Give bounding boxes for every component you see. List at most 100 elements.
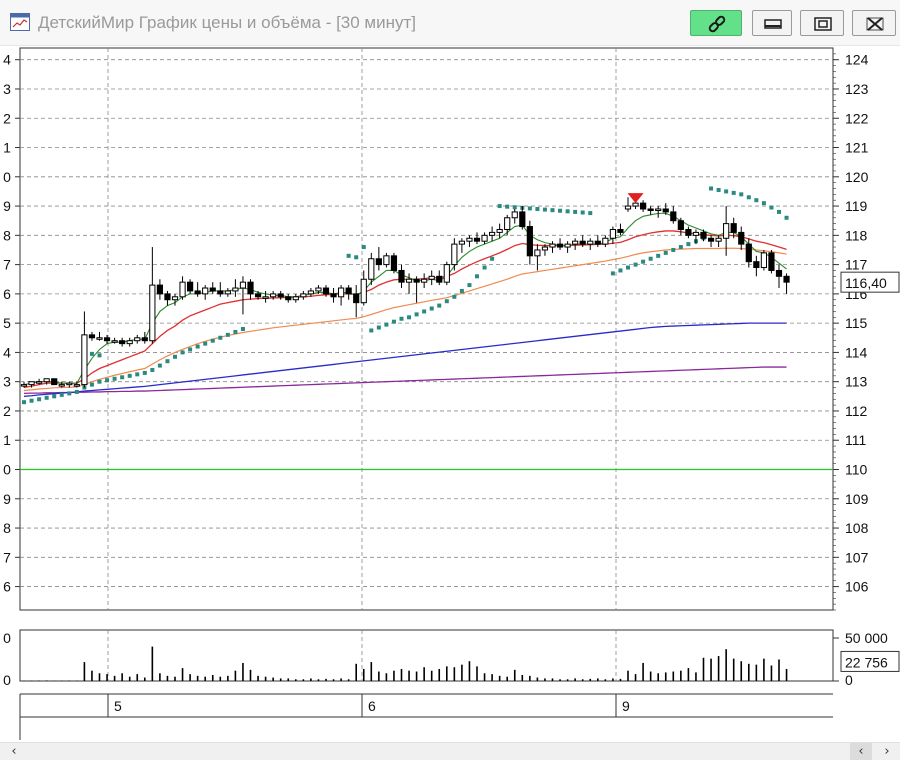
sar-point — [165, 359, 170, 364]
sar-point — [361, 245, 366, 250]
y-tick-label: 121 — [845, 140, 869, 156]
sar-point — [656, 253, 661, 258]
x-day-label: 9 — [622, 698, 630, 714]
sar-point — [475, 274, 479, 279]
candle-body — [768, 252, 775, 271]
candle-body — [647, 208, 654, 211]
candle-body — [632, 202, 639, 207]
candle-body — [579, 240, 586, 245]
candle-body — [738, 231, 745, 245]
sar-point — [437, 303, 442, 308]
candle-body — [723, 223, 730, 239]
candle-body — [239, 281, 247, 289]
candle-body — [383, 255, 390, 266]
candle-body — [247, 281, 254, 295]
volume-tick-label-left: 0 — [3, 672, 11, 688]
sar-point — [157, 363, 162, 368]
sar-point — [203, 341, 208, 346]
sar-point — [391, 319, 396, 324]
candle-body — [511, 211, 518, 219]
y-tick-label: 124 — [845, 52, 869, 68]
candle-body — [700, 231, 707, 239]
y-tick-label: 120 — [845, 169, 869, 185]
candle-body — [670, 211, 677, 222]
price-volume-chart: 1066107710881099110011111122113311441155… — [3, 47, 900, 740]
sar-point — [233, 329, 238, 334]
sar-point — [618, 268, 623, 273]
candle-body — [285, 296, 292, 301]
sar-point — [678, 245, 683, 250]
y-tick-label-left: 4 — [3, 344, 11, 360]
price-panel-frame — [19, 47, 834, 611]
candle-body — [292, 296, 299, 301]
sar-point — [354, 255, 359, 260]
candle-body — [526, 226, 533, 257]
sar-point — [218, 335, 223, 340]
candle-body — [541, 246, 549, 251]
sar-point — [777, 209, 781, 214]
sar-point — [452, 294, 457, 299]
y-tick-label: 119 — [845, 198, 868, 214]
scroll-right-button[interactable]: › — [876, 743, 898, 760]
scroll-left-button[interactable]: ‹ — [4, 743, 24, 760]
candle-body — [307, 290, 314, 295]
candle-body — [187, 281, 194, 292]
candle-body — [398, 269, 405, 283]
y-tick-label-left: 9 — [3, 198, 11, 214]
candle-body — [707, 237, 715, 242]
candle-body — [783, 275, 790, 283]
sar-point — [724, 189, 729, 194]
candle-body — [360, 278, 367, 304]
sar-point — [769, 205, 774, 210]
y-tick-label-left: 4 — [3, 52, 11, 68]
candle-body — [375, 258, 382, 266]
sar-point — [761, 201, 766, 206]
candle-body — [194, 290, 201, 295]
last-price-label: 116,40 — [845, 275, 887, 291]
candle-body — [534, 249, 541, 257]
sar-point — [407, 315, 412, 320]
candle-body — [73, 384, 80, 387]
candle-body — [81, 334, 88, 386]
sar-point — [188, 347, 193, 352]
sar-point — [746, 195, 751, 200]
sar-point — [210, 338, 215, 343]
sar-point — [105, 378, 110, 383]
candle-body — [428, 275, 435, 280]
candle-body — [28, 381, 35, 386]
sar-point — [195, 344, 200, 349]
sar-point — [784, 215, 789, 220]
sar-point — [610, 271, 615, 276]
sar-point — [573, 209, 578, 214]
sar-point — [37, 397, 42, 402]
sar-point — [467, 283, 472, 288]
sar-point — [731, 190, 736, 195]
sar-point — [180, 350, 185, 355]
sar-point — [444, 299, 449, 304]
horizontal-scrollbar[interactable]: ‹ ‹ › — [0, 742, 900, 760]
volume-tick-label: 50 000 — [845, 630, 888, 646]
candle-body — [655, 208, 662, 211]
y-tick-label: 110 — [845, 462, 868, 478]
sar-point — [150, 367, 155, 372]
candle-body — [436, 275, 443, 283]
candle-body — [202, 287, 209, 295]
y-tick-label-left: 1 — [3, 432, 11, 448]
sar-point — [74, 389, 79, 394]
sar-point — [648, 256, 653, 261]
candle-body — [300, 293, 307, 298]
y-tick-label-left: 6 — [3, 286, 11, 302]
candle-body — [232, 287, 239, 292]
sar-point — [565, 209, 570, 214]
candle-body — [20, 384, 28, 387]
last-volume-label: 22 756 — [845, 654, 888, 670]
y-tick-label: 106 — [845, 579, 869, 595]
sar-point — [527, 206, 532, 211]
sar-point — [558, 208, 563, 213]
candle-body — [413, 278, 420, 283]
sar-point — [97, 353, 102, 358]
scroll-back-button[interactable]: ‹ — [850, 743, 872, 760]
sar-point — [716, 187, 721, 192]
sar-point — [505, 204, 510, 209]
y-tick-label: 108 — [845, 520, 869, 536]
